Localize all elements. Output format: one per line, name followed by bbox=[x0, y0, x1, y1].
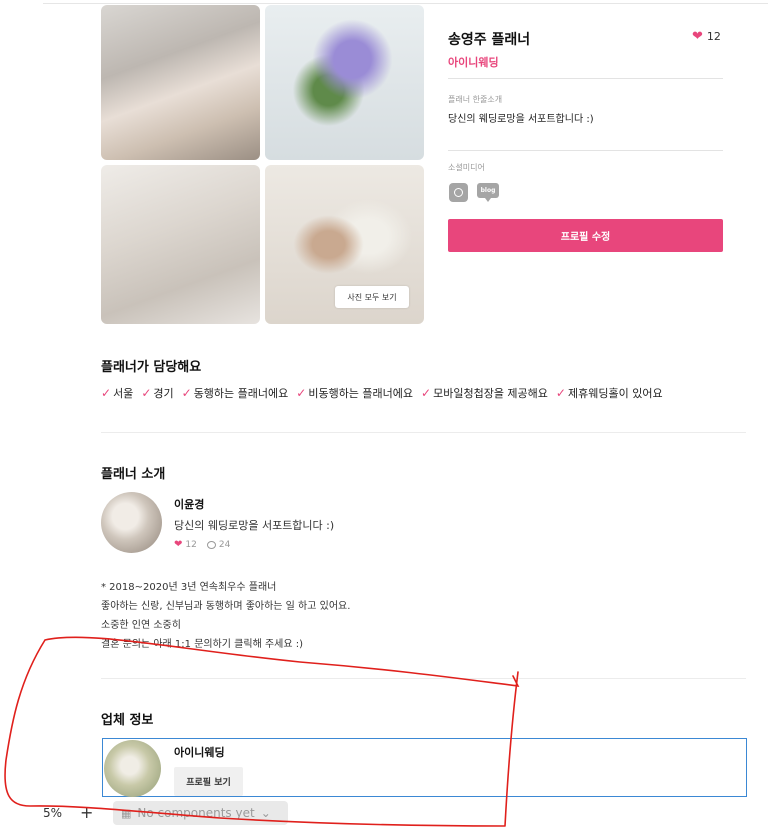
service-section-title: 플래너가 담당해요 bbox=[101, 360, 202, 375]
service-tag: ✓ 모바일청첩장을 제공해요 bbox=[421, 386, 548, 400]
components-icon: ▦ bbox=[121, 806, 132, 820]
instagram-icon[interactable] bbox=[449, 183, 468, 202]
service-tag: ✓ 제휴웨딩홀이 있어요 bbox=[555, 386, 663, 400]
intro-text: 당신의 웨딩로망을 서포트합니다 :) bbox=[448, 114, 594, 125]
check-icon: ✓ bbox=[181, 386, 192, 400]
planner-intro-title: 플래너 소개 bbox=[101, 467, 166, 482]
heart-icon: ❤ bbox=[692, 29, 703, 44]
service-tag: ✓ 서울 bbox=[101, 386, 134, 400]
heart-icon: ❤ bbox=[174, 539, 183, 550]
like-button[interactable]: ❤ 12 bbox=[692, 30, 721, 43]
comment-icon bbox=[206, 541, 216, 549]
person-description: 당신의 웨딩로망을 서포트합니다 :) bbox=[174, 519, 335, 532]
person-stats: ❤ 12 24 bbox=[174, 539, 230, 551]
career-text: * 2018~2020년 3년 연속최우수 플래너 좋아하는 신랑, 신부님과 … bbox=[101, 582, 351, 650]
intro-label: 플래너 한줄소개 bbox=[448, 95, 503, 104]
gallery-photo-3[interactable] bbox=[101, 165, 260, 324]
check-icon: ✓ bbox=[421, 386, 432, 400]
components-dropdown[interactable]: ▦ No components yet ⌄ bbox=[113, 801, 288, 825]
chevron-down-icon: ⌄ bbox=[260, 806, 271, 820]
avatar[interactable] bbox=[101, 492, 162, 553]
company-card-name: 아이니웨딩 bbox=[174, 746, 225, 759]
person-name: 이윤경 bbox=[174, 498, 205, 511]
check-icon: ✓ bbox=[296, 386, 307, 400]
gallery-photo-1[interactable] bbox=[101, 5, 260, 160]
view-profile-button[interactable]: 프로필 보기 bbox=[174, 767, 243, 796]
service-tag: ✓ 동행하는 플래너에요 bbox=[181, 386, 289, 400]
section-divider bbox=[101, 432, 746, 433]
company-link[interactable]: 아이니웨딩 bbox=[448, 54, 499, 70]
company-info-title: 업체 정보 bbox=[101, 713, 154, 728]
section-divider bbox=[101, 678, 746, 679]
social-media-label: 소셜미디어 bbox=[448, 163, 485, 172]
divider bbox=[448, 78, 723, 79]
service-tag: ✓ 경기 bbox=[141, 386, 174, 400]
service-tag: ✓ 비동행하는 플래너에요 bbox=[296, 386, 414, 400]
like-stat[interactable]: ❤ 12 bbox=[174, 539, 197, 551]
service-tags: ✓ 서울 ✓ 경기 ✓ 동행하는 플래너에요 ✓ 비동행하는 플래너에요 ✓ 모바일청첩장… bbox=[101, 385, 663, 401]
check-icon: ✓ bbox=[101, 386, 112, 400]
check-icon: ✓ bbox=[141, 386, 152, 400]
check-icon: ✓ bbox=[555, 386, 566, 400]
comment-stat[interactable]: 24 bbox=[206, 540, 230, 550]
view-all-photos-button[interactable]: 사진 모두 보기 bbox=[335, 286, 409, 308]
company-logo bbox=[104, 740, 161, 797]
planner-name: 송영주 플래너 bbox=[448, 32, 531, 48]
top-divider bbox=[43, 3, 768, 4]
blog-icon[interactable]: blog bbox=[477, 183, 499, 202]
add-button[interactable]: + bbox=[80, 803, 93, 822]
divider bbox=[448, 150, 723, 151]
edit-profile-button[interactable]: 프로필 수정 bbox=[448, 219, 723, 252]
gallery-photo-2[interactable] bbox=[265, 5, 424, 160]
like-count: 12 bbox=[706, 30, 721, 43]
zoom-level[interactable]: 5% bbox=[43, 806, 62, 820]
